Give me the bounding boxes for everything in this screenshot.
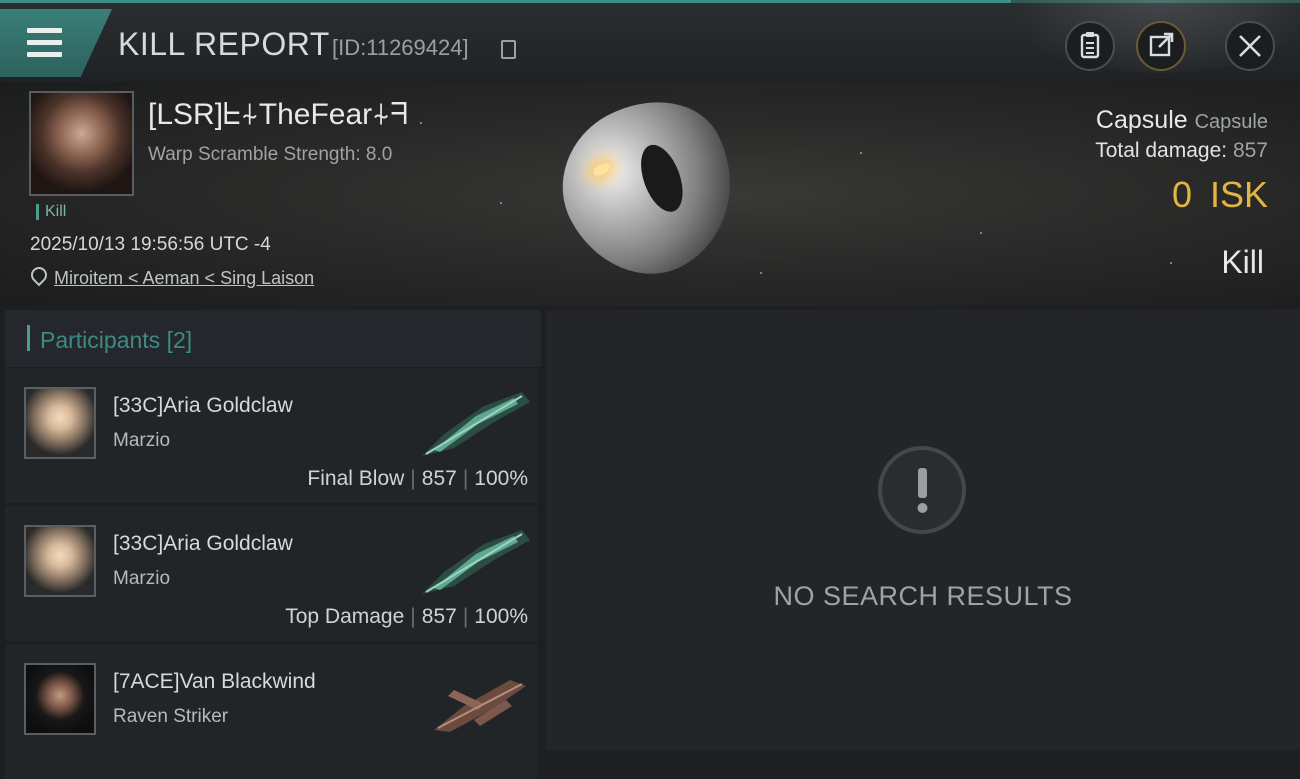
participant-role: Final Blow bbox=[307, 467, 405, 490]
participant-percent: 100% bbox=[474, 467, 528, 490]
clipboard-icon bbox=[1080, 32, 1100, 59]
participant-name: [33C]Aria Goldclaw bbox=[113, 394, 293, 417]
total-damage-value: 857 bbox=[1232, 139, 1268, 162]
alert-icon bbox=[878, 446, 966, 534]
participant-row[interactable]: [33C]Aria Goldclaw Marzio Final Blow | 857… bbox=[5, 368, 538, 503]
participant-damage: 857 bbox=[421, 605, 457, 628]
ship-image bbox=[422, 530, 530, 594]
participant-stats: Final Blow | 857 | 100% bbox=[307, 467, 528, 490]
participants-header: Participants [2] bbox=[5, 310, 541, 367]
warp-scramble-strength: Warp Scramble Strength: 8.0 bbox=[148, 144, 393, 165]
search-results-panel: NO SEARCH RESULTS bbox=[546, 310, 1300, 750]
participant-name: [7ACE]Van Blackwind bbox=[113, 670, 316, 693]
participant-row[interactable]: [7ACE]Van Blackwind Raven Striker bbox=[5, 644, 538, 779]
clipboard-button[interactable] bbox=[1065, 21, 1115, 71]
participant-ship: Marzio bbox=[113, 568, 171, 589]
ship-image bbox=[434, 680, 526, 732]
participant-ship: Marzio bbox=[113, 430, 171, 451]
participant-stats: Top Damage | 857 | 100% bbox=[285, 605, 528, 628]
menu-button[interactable] bbox=[0, 9, 112, 77]
no-results-message: NO SEARCH RESULTS bbox=[773, 581, 1073, 611]
location-pin-icon bbox=[27, 263, 51, 287]
close-icon bbox=[1239, 35, 1261, 57]
isk-unit: ISK bbox=[1209, 174, 1268, 215]
capsule-ship-image bbox=[535, 82, 765, 303]
participants-count: [2] bbox=[166, 327, 193, 353]
kill-tag: Kill bbox=[36, 204, 66, 220]
location-link[interactable]: Miroitem < Aeman < Sing Laison bbox=[54, 268, 314, 289]
page-title: KILL REPORT bbox=[118, 26, 330, 62]
participant-damage: 857 bbox=[421, 467, 457, 490]
participant-ship: Raven Striker bbox=[113, 706, 229, 727]
ship-class: Capsule bbox=[1194, 111, 1268, 133]
participants-panel: Participants [2] [33C]Aria Goldclaw Marz… bbox=[0, 310, 542, 779]
isk-value: 0 ISK bbox=[1172, 174, 1268, 216]
victim-ship: Capsule Capsule bbox=[1096, 106, 1268, 135]
total-damage: Total damage: 857 bbox=[1095, 139, 1268, 163]
close-button[interactable] bbox=[1225, 21, 1275, 71]
participant-avatar[interactable] bbox=[24, 387, 96, 459]
ship-name: Capsule bbox=[1095, 106, 1188, 134]
participant-role: Top Damage bbox=[285, 605, 405, 628]
copy-icon[interactable] bbox=[501, 40, 516, 59]
ship-image bbox=[422, 392, 530, 456]
report-id: [ID:11269424] bbox=[332, 35, 469, 60]
total-damage-label: Total damage: bbox=[1095, 139, 1228, 162]
participant-avatar[interactable] bbox=[24, 525, 96, 597]
victim-name[interactable]: [LSR]ᖶ⍭TheFear⍭ᖷ bbox=[148, 98, 408, 132]
participant-name: [33C]Aria Goldclaw bbox=[113, 532, 293, 555]
participant-avatar[interactable] bbox=[24, 663, 96, 735]
participant-percent: 100% bbox=[474, 605, 528, 628]
kill-result: Kill bbox=[1221, 244, 1264, 280]
participant-row[interactable]: [33C]Aria Goldclaw Marzio Top Damage | 857… bbox=[5, 506, 538, 641]
isk-amount: 0 bbox=[1171, 174, 1192, 215]
top-bar: KILL REPORT [ID:11269424] bbox=[0, 0, 1300, 82]
victim-banner: [LSR]ᖶ⍭TheFear⍭ᖷ Warp Scramble Strength:… bbox=[0, 82, 1300, 306]
share-icon bbox=[1149, 32, 1174, 57]
kill-timestamp: 2025/10/13 19:56:56 UTC -4 bbox=[30, 234, 271, 255]
victim-avatar[interactable] bbox=[29, 91, 134, 196]
share-button[interactable] bbox=[1136, 21, 1186, 71]
participants-title: Participants [2] bbox=[40, 327, 193, 353]
